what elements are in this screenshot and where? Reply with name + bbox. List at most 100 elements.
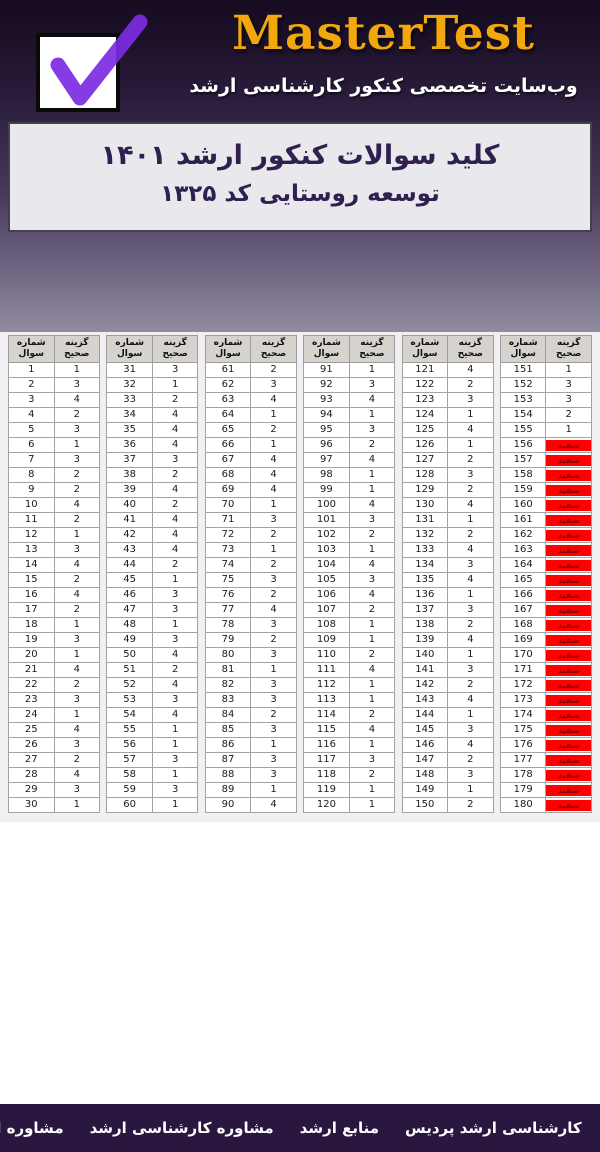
question-number-cell: 140: [402, 648, 448, 663]
question-number-cell: 165: [500, 573, 546, 588]
answer-row: 1533: [500, 393, 591, 408]
answer-row: 1511: [500, 363, 591, 378]
blank-answer-badge: سفید: [546, 800, 591, 811]
correct-option-cell: 1: [152, 768, 198, 783]
answer-row: 1121: [304, 678, 395, 693]
question-number-cell: 37: [107, 453, 153, 468]
answer-row: 792: [205, 633, 296, 648]
answer-row: 1142: [304, 708, 395, 723]
question-number-cell: 153: [500, 393, 546, 408]
question-number-cell: 157: [500, 453, 546, 468]
question-number-cell: 69: [205, 483, 251, 498]
answer-row: 157سفید: [500, 453, 591, 468]
answer-row: 634: [205, 393, 296, 408]
question-number-cell: 4: [9, 408, 55, 423]
question-number-cell: 151: [500, 363, 546, 378]
question-number-cell: 119: [304, 783, 350, 798]
correct-option-cell: سفید: [546, 483, 592, 498]
correct-option-cell: 4: [448, 693, 494, 708]
correct-option-cell: 2: [251, 558, 297, 573]
answer-row: 674: [205, 453, 296, 468]
footer-link-manabe-arshad[interactable]: منابع ارشد: [300, 1119, 379, 1137]
question-number-cell: 84: [205, 708, 251, 723]
correct-option-cell: 3: [448, 558, 494, 573]
answer-row: 1241: [402, 408, 493, 423]
site-logo[interactable]: [32, 10, 152, 120]
answer-row: 1334: [402, 543, 493, 558]
answer-row: 1551: [500, 423, 591, 438]
question-number-cell: 130: [402, 498, 448, 513]
question-number-cell: 109: [304, 633, 350, 648]
answer-row: 823: [205, 678, 296, 693]
answer-row: 172: [9, 603, 100, 618]
question-number-cell: 173: [500, 693, 546, 708]
question-number-cell: 53: [107, 693, 153, 708]
question-number-cell: 21: [9, 663, 55, 678]
question-number-cell: 30: [9, 798, 55, 813]
question-number-cell: 171: [500, 663, 546, 678]
footer-link-arshad-pardis[interactable]: کارشناسی ارشد پردیس: [405, 1119, 582, 1137]
correct-option-cell: 1: [349, 798, 395, 813]
correct-option-cell: سفید: [546, 708, 592, 723]
answer-row: 1161: [304, 738, 395, 753]
question-number-cell: 138: [402, 618, 448, 633]
correct-option-cell: 3: [448, 768, 494, 783]
answer-row: 883: [205, 768, 296, 783]
question-number-cell: 55: [107, 723, 153, 738]
correct-option-cell: 2: [54, 468, 100, 483]
correct-option-cell: 1: [448, 438, 494, 453]
question-number-cell: 34: [107, 408, 153, 423]
correct-option-cell: 4: [54, 588, 100, 603]
answer-row: 1022: [304, 528, 395, 543]
answer-row: 112: [9, 513, 100, 528]
answer-row: 1081: [304, 618, 395, 633]
question-number-cell: 47: [107, 603, 153, 618]
blank-answer-badge: سفید: [546, 485, 591, 496]
question-number-cell: 11: [9, 513, 55, 528]
question-number-cell: 167: [500, 603, 546, 618]
blank-answer-badge: سفید: [546, 470, 591, 481]
correct-option-cell: 3: [152, 633, 198, 648]
question-number-cell: 74: [205, 558, 251, 573]
answer-row: 504: [107, 648, 198, 663]
question-number-cell: 93: [304, 393, 350, 408]
question-number-cell: 169: [500, 633, 546, 648]
answer-row: 1491: [402, 783, 493, 798]
correct-option-cell: 3: [251, 648, 297, 663]
correct-option-cell: 4: [152, 708, 198, 723]
correct-option-cell: 1: [546, 423, 592, 438]
question-number-cell: 51: [107, 663, 153, 678]
footer-link-entekhab-reshte[interactable]: مشاوره انتخاب رشته ارشد: [0, 1119, 64, 1137]
answer-row: 201: [9, 648, 100, 663]
question-number-cell: 91: [304, 363, 350, 378]
correct-option-cell: 1: [152, 738, 198, 753]
empty-area: [0, 822, 600, 1090]
correct-option-cell: 1: [448, 783, 494, 798]
answer-row: 414: [107, 513, 198, 528]
question-number-cell: 146: [402, 738, 448, 753]
answer-row: 104: [9, 498, 100, 513]
correct-option-cell: 1: [152, 798, 198, 813]
answer-row: 169سفید: [500, 633, 591, 648]
question-number-cell: 105: [304, 573, 350, 588]
correct-option-cell: 3: [251, 513, 297, 528]
question-number-cell: 124: [402, 408, 448, 423]
correct-option-cell: 2: [251, 588, 297, 603]
correct-option-cell: 2: [54, 513, 100, 528]
question-number-cell: 80: [205, 648, 251, 663]
correct-option-cell: 3: [152, 693, 198, 708]
question-number-cell: 142: [402, 678, 448, 693]
answer-row: 1523: [500, 378, 591, 393]
question-number-cell: 110: [304, 648, 350, 663]
answer-row: 61: [9, 438, 100, 453]
correct-option-cell: 2: [448, 483, 494, 498]
correct-option-cell: 4: [152, 423, 198, 438]
blank-answer-badge: سفید: [546, 605, 591, 616]
correct-option-cell: 1: [152, 378, 198, 393]
footer-link-moshavere-arshad[interactable]: مشاوره کارشناسی ارشد: [90, 1119, 274, 1137]
question-number-cell: 108: [304, 618, 350, 633]
answer-subtable: شماره سوالگزینه صحیح31332133234435436437…: [106, 335, 198, 813]
answer-row: 171سفید: [500, 663, 591, 678]
question-number-cell: 83: [205, 693, 251, 708]
answer-row: 991: [304, 483, 395, 498]
